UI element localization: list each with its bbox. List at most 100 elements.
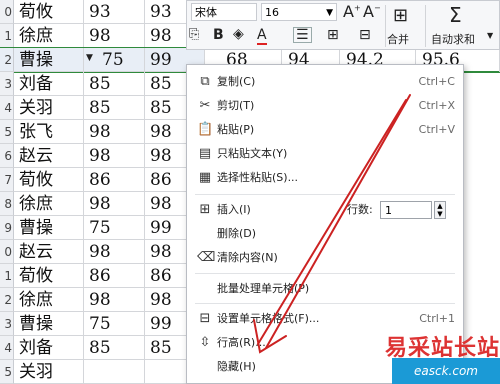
row-number[interactable]: 4 <box>0 96 14 120</box>
cell-name[interactable]: 赵云 <box>14 144 84 168</box>
row-number[interactable]: 2 <box>0 288 14 312</box>
menu-item-paste[interactable]: 📋 粘贴(P) Ctrl+V <box>187 118 463 142</box>
menu-item-label: 行高(R)... <box>217 336 266 349</box>
chevron-down-icon[interactable]: ▼ <box>487 31 493 40</box>
font-shrink-icon[interactable]: A− <box>363 2 381 21</box>
format-painter-icon[interactable]: ⎘ <box>189 27 199 42</box>
menu-item-paste-text[interactable]: ▤ 只粘贴文本(Y) <box>187 142 463 166</box>
cell-name[interactable]: 张飞 <box>14 120 84 144</box>
cell-name[interactable]: 刘备 <box>14 336 84 360</box>
shortcut-label: Ctrl+1 <box>419 312 455 325</box>
cell-value[interactable]: 86 <box>84 168 145 192</box>
format-cells-icon: ⊟ <box>199 311 211 326</box>
menu-divider <box>195 273 455 274</box>
cell-name[interactable]: 徐庶 <box>14 24 84 48</box>
insert-row-icon: ⊞ <box>199 202 211 217</box>
cell-name[interactable]: 荀攸 <box>14 264 84 288</box>
fill-color-icon[interactable]: ◈ <box>233 26 244 42</box>
cell-name[interactable]: 赵云 <box>14 240 84 264</box>
shortcut-label: Ctrl+X <box>418 99 455 112</box>
row-number[interactable]: 7 <box>0 168 14 192</box>
cell-value[interactable]: 93 <box>84 0 145 24</box>
rows-count-input[interactable]: 1 <box>380 201 432 219</box>
watermark-url: easck.com <box>392 358 500 384</box>
menu-divider <box>195 194 455 195</box>
chevron-down-icon[interactable]: ▼ <box>86 53 96 63</box>
menu-item-batch[interactable]: 批量处理单元格(P) <box>187 277 463 301</box>
menu-item-label: 隐藏(H) <box>217 360 256 373</box>
merge-label[interactable]: 合并 <box>387 31 409 47</box>
cell-value[interactable]: 75 <box>84 312 145 336</box>
row-height-icon: ⇳ <box>199 335 211 350</box>
rows-count-spinner[interactable]: ▲ ▼ <box>434 201 446 219</box>
font-size-value: 16 <box>265 6 279 19</box>
cell-name[interactable]: 曹操 <box>14 48 84 72</box>
menu-item-clear[interactable]: ⌫ 清除内容(N) <box>187 246 463 270</box>
sum-icon[interactable]: Σ <box>449 3 462 27</box>
row-number[interactable]: 6 <box>0 144 14 168</box>
row-number[interactable]: 8 <box>0 192 14 216</box>
cell-value[interactable]: 85 <box>84 96 145 120</box>
font-size-select[interactable]: 16 ▼ <box>261 3 337 21</box>
paste-special-icon: ▦ <box>198 170 212 185</box>
menu-item-label: 设置单元格格式(F)... <box>217 312 320 325</box>
merge-cells-icon[interactable]: ⊞ <box>393 5 408 26</box>
align-center-icon[interactable]: ☰ <box>293 27 312 43</box>
row-number[interactable]: 0 <box>0 0 14 24</box>
cell-name[interactable]: 刘备 <box>14 72 84 96</box>
cell-name[interactable]: 徐庶 <box>14 288 84 312</box>
menu-item-label: 只粘贴文本(Y) <box>217 147 288 160</box>
cell-value[interactable] <box>84 360 145 384</box>
menu-item-label: 选择性粘贴(S)... <box>217 171 299 184</box>
cell-name[interactable]: 荀攸 <box>14 0 84 24</box>
menu-item-label: 删除(D) <box>217 227 257 240</box>
shortcut-label: Ctrl+C <box>418 75 455 88</box>
autosum-label[interactable]: 自动求和 <box>431 31 475 47</box>
cell-value[interactable]: 98 <box>84 240 145 264</box>
cell-value[interactable]: 98 <box>84 120 145 144</box>
row-number[interactable]: 1 <box>0 264 14 288</box>
row-number[interactable]: 0 <box>0 240 14 264</box>
menu-item-label: 插入(I) <box>217 203 251 216</box>
menu-divider <box>195 303 455 304</box>
bold-icon[interactable]: B <box>213 27 224 43</box>
menu-item-cut[interactable]: ✂ 剪切(T) Ctrl+X <box>187 94 463 118</box>
font-color-icon[interactable]: A <box>257 27 267 45</box>
cell-value[interactable]: 75 <box>84 216 145 240</box>
row-number[interactable]: 3 <box>0 72 14 96</box>
cell-name[interactable]: 关羽 <box>14 360 84 384</box>
row-number[interactable]: 2 <box>0 48 14 72</box>
font-family-select[interactable]: 宋体 <box>191 3 257 21</box>
menu-item-copy[interactable]: ⧉ 复制(C) Ctrl+C <box>187 70 463 94</box>
cell-value[interactable]: 98 <box>84 24 145 48</box>
font-grow-icon[interactable]: A+ <box>343 2 361 21</box>
cell-value[interactable]: 86 <box>84 264 145 288</box>
border-icon[interactable]: ⊞ <box>327 27 339 43</box>
menu-item-label: 剪切(T) <box>217 99 255 112</box>
row-number[interactable]: 1 <box>0 24 14 48</box>
row-number[interactable]: 4 <box>0 336 14 360</box>
merge-icon[interactable]: ⊟ <box>359 27 371 43</box>
toolbar-divider <box>385 5 386 47</box>
cell-value[interactable]: 85 <box>84 72 145 96</box>
menu-item-format-cells[interactable]: ⊟ 设置单元格格式(F)... Ctrl+1 <box>187 307 463 331</box>
row-number[interactable]: 5 <box>0 360 14 384</box>
menu-item-paste-special[interactable]: ▦ 选择性粘贴(S)... <box>187 166 463 190</box>
cell-name[interactable]: 荀攸 <box>14 168 84 192</box>
row-number[interactable]: 9 <box>0 216 14 240</box>
row-number[interactable]: 3 <box>0 312 14 336</box>
cell-name[interactable]: 曹操 <box>14 216 84 240</box>
paste-text-icon: ▤ <box>198 146 212 161</box>
chevron-down-icon[interactable]: ▼ <box>326 4 333 22</box>
row-number[interactable]: 5 <box>0 120 14 144</box>
cell-name[interactable]: 徐庶 <box>14 192 84 216</box>
cell-value[interactable]: 98 <box>84 288 145 312</box>
cell-value[interactable]: 98 <box>84 144 145 168</box>
menu-item-insert[interactable]: ⊞ 插入(I) 行数: 1 ▲ ▼ <box>187 198 463 222</box>
cell-name[interactable]: 曹操 <box>14 312 84 336</box>
cell-value[interactable]: 98 <box>84 192 145 216</box>
cell-value[interactable]: 85 <box>84 336 145 360</box>
menu-item-delete[interactable]: 删除(D) <box>187 222 463 246</box>
cell-name[interactable]: 关羽 <box>14 96 84 120</box>
shortcut-label: Ctrl+V <box>418 123 455 136</box>
